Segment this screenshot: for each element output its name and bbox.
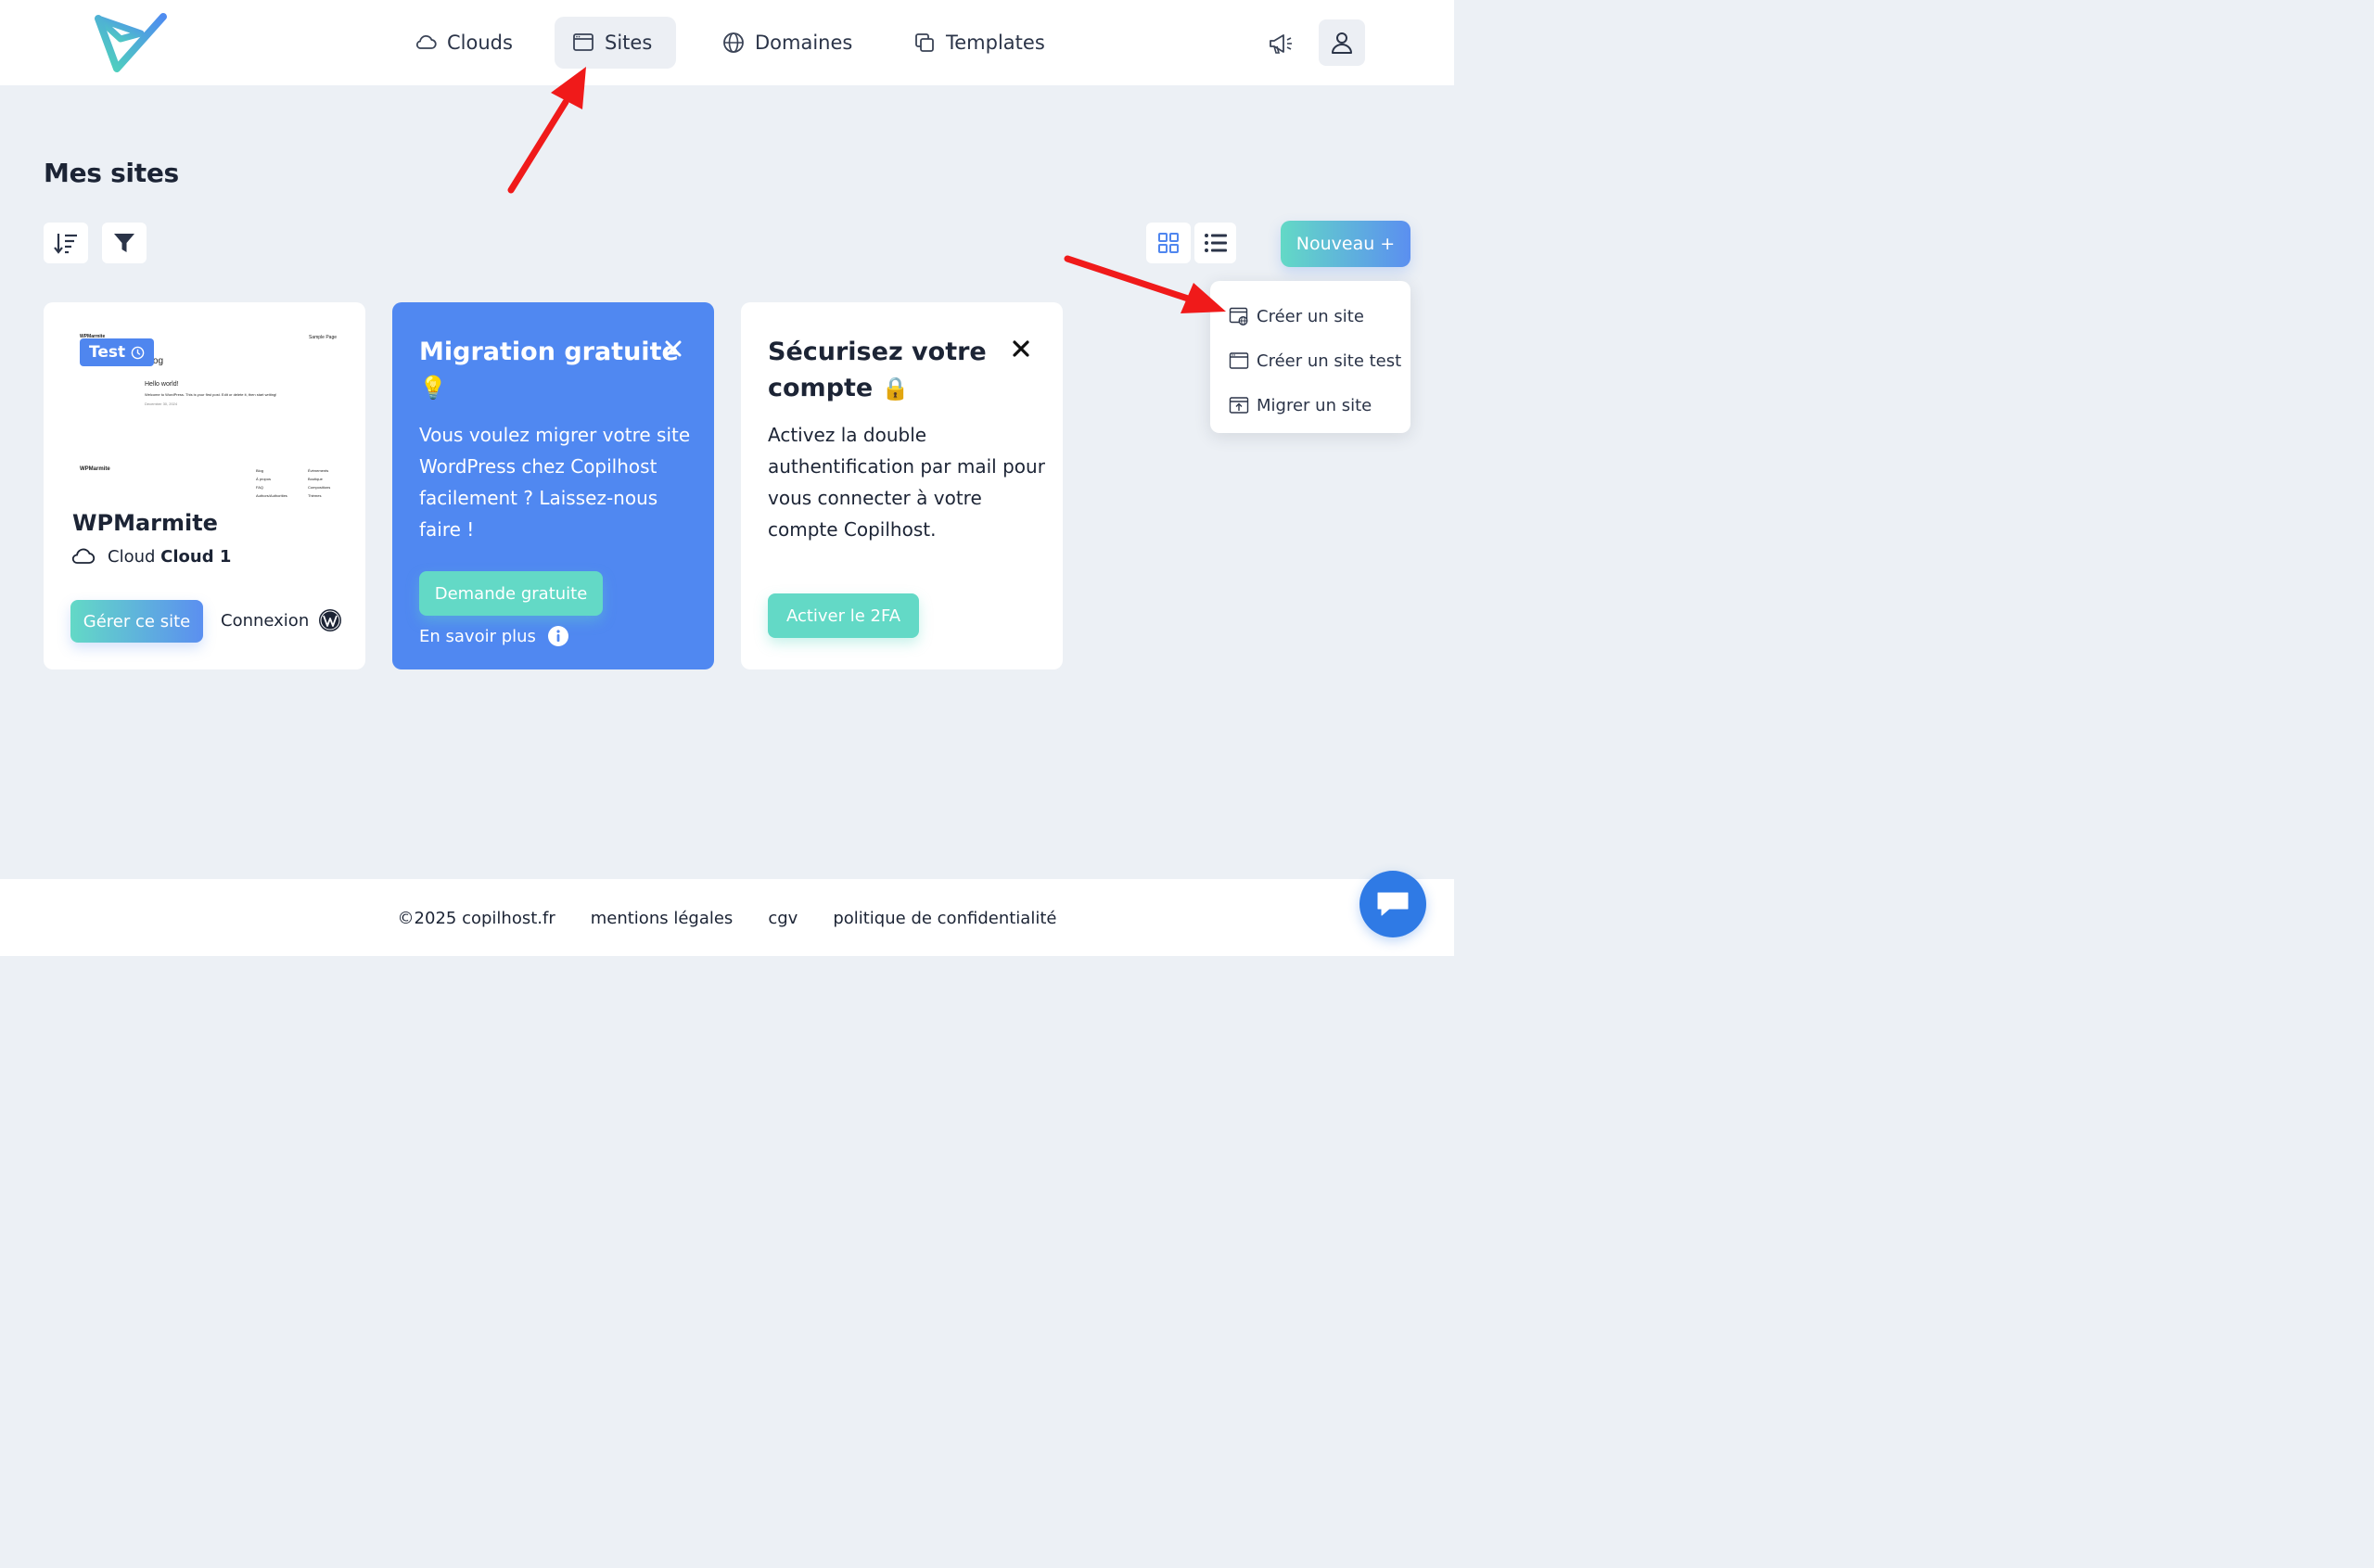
- preview-footer-col2: Évènements Boutique Compositions Thèmes: [308, 468, 331, 498]
- lock-emoji: 🔒: [881, 376, 910, 402]
- wordpress-login-link[interactable]: Connexion: [221, 608, 342, 632]
- test-badge-label: Test: [89, 343, 126, 362]
- nav-domaines-label: Domaines: [755, 32, 853, 54]
- menu-item-label: Créer un site: [1257, 306, 1364, 326]
- close-icon: [1013, 340, 1029, 357]
- arrow-to-create-site: [1064, 255, 1192, 302]
- preview-post-excerpt: Welcome to WordPress. This is your first…: [145, 392, 277, 397]
- chat-button[interactable]: [1359, 871, 1426, 937]
- nav-sites-label: Sites: [605, 32, 653, 54]
- close-icon: [665, 340, 682, 357]
- enable-2fa-button[interactable]: Activer le 2FA: [768, 593, 919, 638]
- footer-privacy-link[interactable]: politique de confidentialité: [833, 909, 1056, 928]
- browser-window-icon: [1229, 352, 1249, 369]
- footer-links: ©2025 copilhost.fr mentions légales cgv …: [0, 909, 1454, 928]
- arrow-to-sites-tab: [507, 98, 569, 194]
- lightbulb-emoji: 💡: [419, 375, 447, 401]
- user-profile-button[interactable]: [1319, 19, 1365, 66]
- new-dropdown-menu: Créer un site Créer un site test Migrer …: [1210, 281, 1410, 433]
- chat-bubble-icon: [1377, 892, 1409, 916]
- list-view-button[interactable]: [1194, 223, 1236, 263]
- menu-item-migrate-site[interactable]: Migrer un site: [1210, 383, 1410, 427]
- cloud-name: Cloud 1: [160, 546, 232, 567]
- nav-sites[interactable]: Sites: [555, 17, 676, 69]
- security-close-button[interactable]: [1007, 335, 1035, 363]
- footer-cgv-link[interactable]: cgv: [768, 909, 798, 928]
- menu-item-label: Créer un site test: [1257, 351, 1402, 371]
- nav-templates[interactable]: Templates: [896, 17, 1062, 69]
- clock-icon: [131, 346, 145, 359]
- test-badge: Test: [80, 338, 155, 366]
- security-title: Sécurisez votre compte 🔒: [768, 338, 987, 402]
- wordpress-icon: [319, 609, 342, 631]
- user-icon: [1332, 32, 1352, 54]
- preview-footer-brand: WPMarmite: [80, 466, 110, 472]
- preview-post-date: December 30, 2024: [145, 402, 178, 406]
- megaphone-icon: [1270, 34, 1292, 54]
- learn-more-link[interactable]: En savoir plus: [419, 625, 569, 647]
- list-icon: [1204, 234, 1227, 252]
- cloud-icon: [415, 34, 437, 49]
- grid-view-button[interactable]: [1146, 223, 1191, 263]
- cloud-prefix: Cloud: [108, 546, 156, 567]
- learn-more-label: En savoir plus: [419, 626, 536, 646]
- copy-icon: [915, 33, 934, 52]
- footer-legal-link[interactable]: mentions légales: [591, 909, 734, 928]
- browser-window-icon: [573, 33, 594, 51]
- preview-sample-page: Sample Page: [309, 335, 338, 340]
- footer-copyright[interactable]: ©2025 copilhost.fr: [398, 909, 555, 928]
- site-name: WPMarmite: [72, 510, 218, 536]
- nav-templates-label: Templates: [946, 32, 1045, 54]
- menu-item-create-test-site[interactable]: Créer un site test: [1210, 338, 1410, 383]
- globe-icon: [723, 32, 744, 53]
- info-icon: [547, 626, 568, 646]
- copilhost-logo[interactable]: [93, 11, 169, 74]
- migration-close-button[interactable]: [659, 335, 687, 363]
- security-body: Activez la double authentification par m…: [768, 424, 1045, 541]
- filter-icon: [114, 234, 134, 252]
- sort-descending-icon: [54, 234, 77, 254]
- manage-site-button[interactable]: Gérer ce site: [70, 600, 203, 643]
- page-title: Mes sites: [44, 158, 179, 188]
- migration-body: Vous voulez migrer votre site WordPress …: [419, 424, 691, 541]
- browser-upload-icon: [1229, 397, 1249, 414]
- menu-item-create-site[interactable]: Créer un site: [1210, 294, 1410, 338]
- new-button[interactable]: Nouveau +: [1281, 221, 1410, 267]
- login-label: Connexion: [221, 610, 310, 631]
- preview-footer-col1: Blog À propos FAQ Authors/Authorities: [256, 468, 287, 498]
- nav-clouds-label: Clouds: [447, 32, 513, 54]
- preview-post-title: Hello world!: [145, 381, 179, 388]
- nav-domaines[interactable]: Domaines: [705, 17, 869, 69]
- menu-item-label: Migrer un site: [1257, 395, 1372, 415]
- free-request-button[interactable]: Demande gratuite: [419, 571, 603, 616]
- browser-globe-icon: [1229, 307, 1248, 325]
- cloud-icon: [71, 548, 96, 564]
- nav-clouds[interactable]: Clouds: [397, 17, 530, 69]
- filter-button[interactable]: [102, 223, 147, 263]
- announcements-button[interactable]: [1263, 26, 1298, 61]
- site-cloud-info: Cloud Cloud 1: [70, 546, 231, 567]
- grid-icon: [1158, 233, 1179, 253]
- sort-button[interactable]: [44, 223, 88, 263]
- migration-title: Migration gratuite 💡: [419, 334, 679, 406]
